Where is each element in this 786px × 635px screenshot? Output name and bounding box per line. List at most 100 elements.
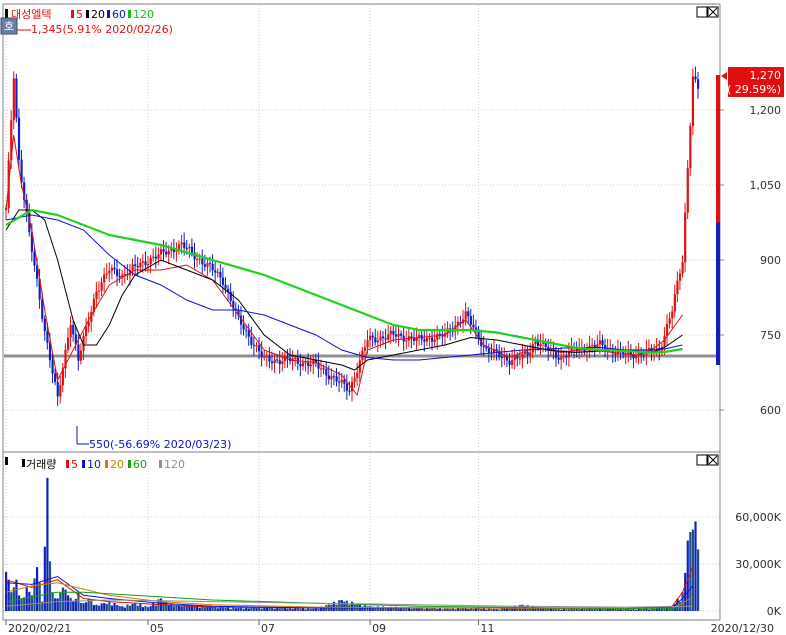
candle-body (250, 336, 253, 345)
candle-body (624, 354, 627, 356)
candle-body (666, 323, 669, 336)
volume-bar (286, 608, 289, 611)
volume-bar (100, 603, 103, 611)
volume-bar (227, 607, 230, 611)
volume-bar (273, 608, 276, 611)
candle-body (433, 339, 436, 342)
candle-body (668, 318, 671, 324)
volume-bar (211, 607, 214, 611)
volume-bar (203, 607, 207, 611)
volume-y-tick-label: 0K (767, 605, 782, 618)
volume-maximize-button[interactable] (696, 454, 708, 466)
volume-bar (219, 607, 222, 611)
volume-bar (307, 608, 310, 611)
volume-bar (126, 604, 129, 611)
volume-ma60: 60 (133, 458, 147, 471)
candle-body (518, 358, 522, 360)
y-tick-label: 900 (760, 254, 781, 267)
candle-body (356, 372, 359, 379)
legend-ma5: 5 (76, 8, 83, 21)
candle-body (614, 353, 617, 355)
candle-body (431, 337, 434, 342)
x-tick-label: 05 (150, 622, 164, 635)
volume-bar (97, 605, 101, 611)
volume-bar (255, 608, 258, 611)
volume-bar (562, 608, 565, 611)
candle-body (51, 360, 54, 374)
volume-bar (487, 608, 491, 611)
volume-bar (446, 608, 449, 611)
y-tick-label: 1,050 (750, 179, 782, 192)
volume-legend-swatch (22, 459, 25, 467)
volume-bar (570, 608, 573, 611)
candle-body (320, 368, 323, 370)
candle-body (503, 356, 506, 358)
volume-bar (616, 609, 620, 611)
candle-body (335, 376, 338, 382)
candle-body (384, 338, 387, 340)
candle-body (118, 275, 121, 278)
volume-bar (234, 608, 238, 611)
volume-ma10-swatch (82, 460, 85, 468)
volume-bar (622, 609, 625, 611)
volume-bar (265, 607, 268, 611)
volume-bar (697, 549, 700, 611)
legend-ma20-swatch (86, 10, 89, 18)
legend-ma60: 60 (112, 8, 126, 21)
maximize-button[interactable] (696, 6, 708, 18)
volume-bar (134, 603, 137, 611)
candle-body (278, 360, 281, 365)
candle-body (95, 291, 98, 299)
x-tick-label: 11 (481, 622, 495, 635)
candle-body (190, 246, 194, 253)
volume-bar (105, 603, 108, 611)
volume-bar (250, 607, 253, 611)
volume-bar (376, 606, 380, 611)
mode-badge-label: 호 (4, 20, 14, 33)
volume-bar (149, 606, 152, 611)
volume-bar (221, 607, 225, 611)
y-tick-label: 750 (760, 329, 781, 342)
candle-body (100, 282, 103, 291)
candle-body (286, 356, 289, 359)
candle-body (325, 368, 328, 376)
candle-body (144, 261, 147, 266)
volume-ma20: 20 (110, 458, 124, 471)
volume-bar (90, 600, 93, 611)
candle-body (343, 379, 346, 384)
candle-body (374, 337, 377, 343)
volume-bar (415, 608, 418, 611)
volume-bar (681, 592, 684, 611)
volume-bar (351, 601, 354, 611)
candle-body (371, 335, 374, 338)
volume-bar (85, 602, 88, 611)
candle-body (438, 333, 441, 335)
candle-body (273, 359, 276, 364)
candle-body (511, 360, 514, 365)
current-change-label: ( 29.59%) (727, 83, 781, 96)
volume-bar (490, 609, 493, 611)
volume-bar (10, 592, 13, 611)
volume-bar (567, 609, 571, 611)
candle-body (196, 258, 199, 260)
volume-bar (691, 529, 695, 611)
volume-bar (314, 608, 318, 611)
candle-body (54, 373, 57, 383)
candle-body (469, 316, 472, 325)
candle-body (265, 355, 268, 357)
candle-body (400, 333, 403, 336)
volume-bar (252, 607, 256, 611)
candle-body (423, 339, 426, 342)
volume-bar (433, 608, 436, 611)
volume-bar (301, 608, 305, 611)
x-tick-label-end: 2020/12/30 (711, 622, 774, 635)
candle-body (464, 311, 467, 320)
legend-ma20: 20 (91, 8, 105, 21)
volume-bar (35, 567, 39, 611)
candle-body (131, 264, 134, 270)
high-annotation: 1,345(5.91% 2020/02/26) (31, 23, 173, 36)
volume-bar (247, 608, 250, 611)
x-tick-label: 07 (261, 622, 275, 635)
volume-bar (268, 607, 271, 611)
candle-body (175, 251, 178, 253)
